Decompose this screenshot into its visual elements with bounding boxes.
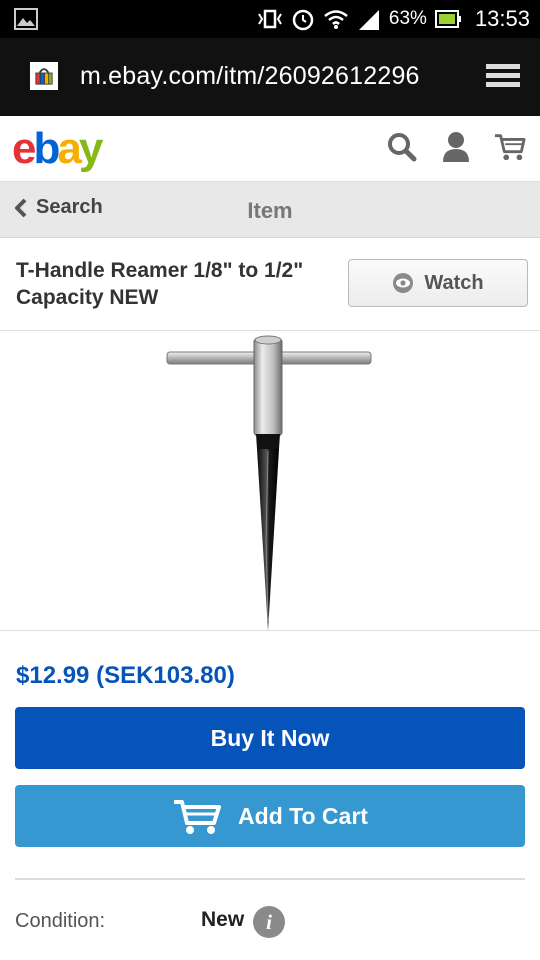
signal-icon <box>358 10 379 30</box>
watch-button[interactable]: Watch <box>348 259 528 307</box>
url-field[interactable]: m.ebay.com/itm/26092612296 <box>80 62 460 91</box>
vibrate-icon <box>258 9 282 29</box>
condition-label: Condition: <box>15 910 106 932</box>
header-actions <box>386 130 526 164</box>
ebay-logo[interactable]: ebay <box>12 124 103 174</box>
account-icon[interactable] <box>440 130 472 164</box>
site-header: ebay <box>0 116 540 182</box>
item-title: T-Handle Reamer 1/8" to 1/2" Capacity NE… <box>16 259 304 309</box>
add-to-cart-label: Add To Cart <box>238 802 368 829</box>
status-icons: 63% 13:53 <box>257 0 530 38</box>
cart-icon[interactable] <box>494 130 526 164</box>
item-price: $12.99 (SEK103.80) <box>16 662 235 689</box>
condition-value: New <box>201 908 245 931</box>
info-icon[interactable]: i <box>253 906 285 938</box>
clock: 13:53 <box>474 6 530 31</box>
back-to-search-button[interactable]: Search <box>14 196 103 219</box>
tabs-menu-icon[interactable] <box>486 64 522 90</box>
back-label: Search <box>36 196 103 218</box>
add-to-cart-button[interactable]: Add To Cart <box>15 785 525 847</box>
product-image[interactable] <box>0 331 540 631</box>
alarm-icon <box>292 9 314 31</box>
gallery-notification-icon <box>14 8 38 30</box>
battery-icon <box>434 10 461 28</box>
breadcrumb-bar: Item Search <box>0 182 540 238</box>
browser-url-bar: m.ebay.com/itm/26092612296 <box>0 38 540 116</box>
cart-icon <box>174 800 222 834</box>
chevron-left-icon <box>15 198 27 217</box>
watch-label: Watch <box>424 271 484 294</box>
reamer-image <box>166 335 372 631</box>
buy-it-now-label: Buy It Now <box>210 724 330 751</box>
search-icon[interactable] <box>386 130 418 164</box>
item-title-row: T-Handle Reamer 1/8" to 1/2" Capacity NE… <box>0 239 540 331</box>
section-divider <box>15 878 525 880</box>
status-bar: 63% 13:53 <box>0 0 540 38</box>
eye-icon <box>393 273 414 293</box>
battery-percent: 63% <box>388 8 427 29</box>
wifi-icon <box>324 10 348 29</box>
buy-it-now-button[interactable]: Buy It Now <box>15 707 525 769</box>
site-favicon-icon <box>30 62 58 90</box>
